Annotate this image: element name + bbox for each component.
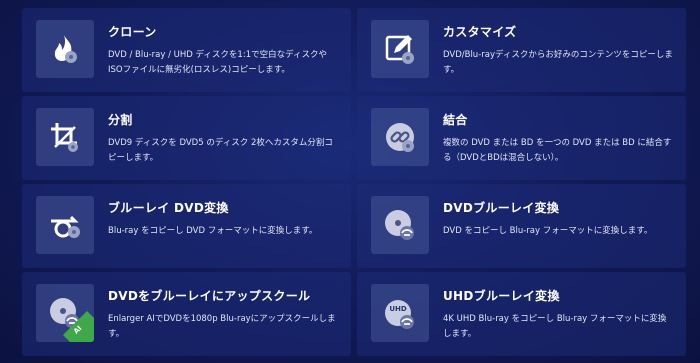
feature-desc: Enlarger AIでDVDを1080p Blu-rayにアップスクールします… (108, 314, 336, 339)
feature-card-bluray-to-dvd[interactable]: ブルーレイ DVD変換 Blu-ray をコピーし DVD フォーマットに変換し… (22, 184, 351, 268)
feature-card-customize[interactable]: カスタマイズ DVD/Blu-rayディスクからお好みのコンテンツをコピーします… (357, 8, 686, 92)
feature-title: DVDをブルーレイにアップスクール (108, 289, 311, 303)
feature-title: UHDブルーレイ変換 (443, 289, 560, 303)
feature-card-dvd-to-bluray[interactable]: DVDブルーレイ変換 DVD をコピーし Blu-ray フォーマットに変換しま… (357, 184, 686, 268)
feature-desc: 複数の DVD または BD を一つの DVD または BD に結合する（DVD… (443, 138, 672, 163)
uhd-icon-label: UHD (389, 305, 407, 313)
feature-desc: DVD/Blu-rayディスクからお好みのコンテンツをコピーします。 (443, 50, 673, 75)
feature-desc: DVD をコピーし Blu-ray フォーマットに変換します。 (443, 226, 653, 236)
feature-card-dvd-upscale[interactable]: AI DVDをブルーレイにアップスクール Enlarger AIでDVDを108… (22, 272, 351, 356)
feature-title: DVDブルーレイ変換 (443, 201, 560, 215)
flame-disc-icon (36, 20, 94, 78)
feature-title: クローン (108, 25, 157, 39)
bluray-to-dvd-icon (36, 196, 94, 254)
crop-split-icon (36, 108, 94, 166)
feature-title: 分割 (108, 113, 133, 127)
feature-desc: DVD / Blu-ray / UHD ディスクを1:1で空白なディスクやISO… (108, 50, 328, 75)
feature-title: カスタマイズ (443, 25, 517, 39)
feature-card-split[interactable]: 分割 DVD9 ディスクを DVD5 のディスク 2枚へカスタム分割コピーします… (22, 96, 351, 180)
link-chain-icon (371, 108, 429, 166)
ai-badge-label: AI (72, 324, 84, 336)
feature-card-clone[interactable]: クローン DVD / Blu-ray / UHD ディスクを1:1で空白なディス… (22, 8, 351, 92)
feature-title: ブルーレイ DVD変換 (108, 201, 229, 215)
feature-desc: DVD9 ディスクを DVD5 のディスク 2枚へカスタム分割コピーします。 (108, 138, 333, 163)
edit-pencil-icon (371, 20, 429, 78)
disc-upscale-icon: AI (36, 284, 94, 342)
feature-grid: クローン DVD / Blu-ray / UHD ディスクを1:1で空白なディス… (22, 8, 686, 360)
feature-card-uhd-bluray[interactable]: UHD UHDブルーレイ変換 4K UHD Blu-ray をコピーし Blu-… (357, 272, 686, 356)
uhd-disc-icon: UHD (371, 284, 429, 342)
dvd-to-bluray-icon (371, 196, 429, 254)
feature-desc: Blu-ray をコピーし DVD フォーマットに変換します。 (108, 226, 318, 236)
feature-title: 結合 (443, 113, 468, 127)
feature-card-merge[interactable]: 結合 複数の DVD または BD を一つの DVD または BD に結合する（… (357, 96, 686, 180)
feature-desc: 4K UHD Blu-ray をコピーし Blu-ray フォーマットに変換しま… (443, 314, 667, 339)
